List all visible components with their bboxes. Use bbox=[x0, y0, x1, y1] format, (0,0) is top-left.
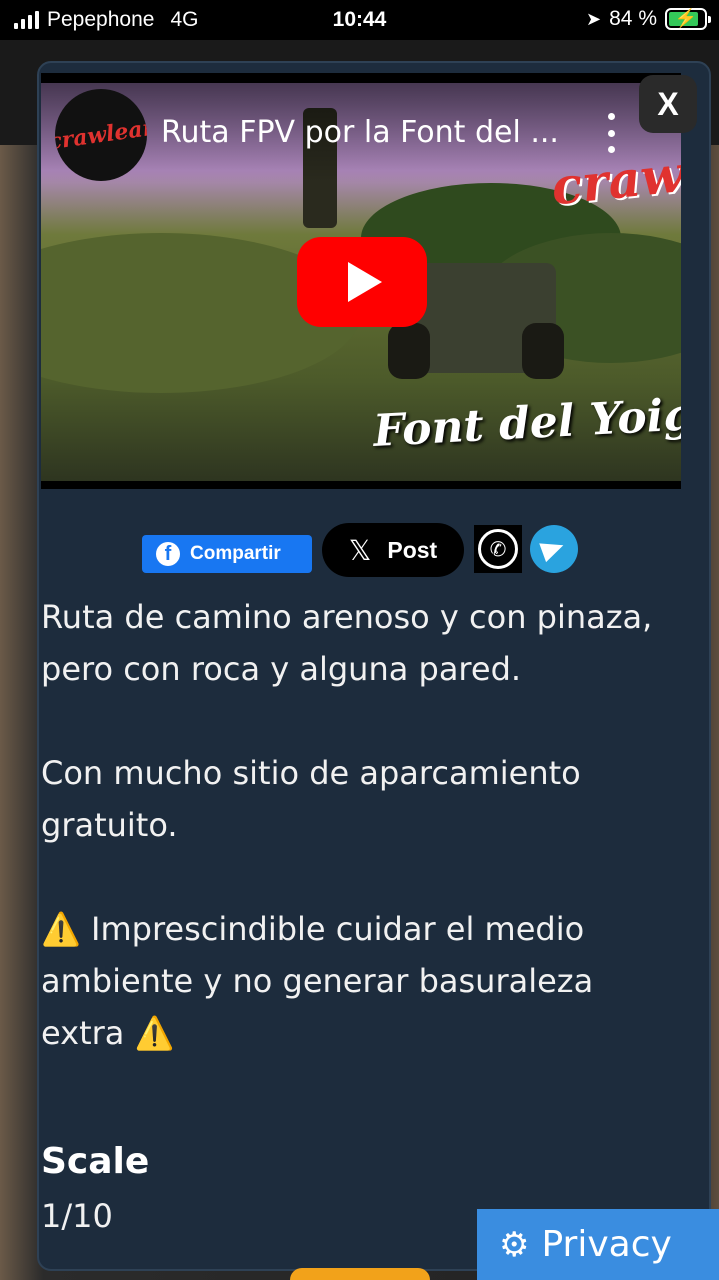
telegram-icon bbox=[539, 535, 567, 563]
more-options-icon[interactable] bbox=[601, 113, 621, 153]
location-arrow-icon: ➤ bbox=[586, 8, 602, 29]
telegram-share-button[interactable] bbox=[530, 525, 578, 573]
description-paragraph: Con mucho sitio de aparcamiento gratuito… bbox=[41, 754, 581, 844]
route-description: Ruta de camino arenoso y con pinaza, per… bbox=[41, 591, 681, 1059]
description-paragraph: Ruta de camino arenoso y con pinaza, per… bbox=[41, 598, 653, 688]
scale-heading: Scale bbox=[41, 1141, 150, 1182]
facebook-share-label: Compartir bbox=[190, 543, 281, 564]
youtube-embed[interactable]: crawlear Ruta FPV por la Font del ... cr… bbox=[41, 73, 681, 489]
scale-value: 1/10 bbox=[41, 1197, 113, 1235]
privacy-button[interactable]: ⚙ Privacy bbox=[477, 1209, 719, 1280]
whatsapp-share-button[interactable]: ✆ bbox=[474, 525, 522, 573]
facebook-icon: f bbox=[156, 542, 180, 566]
channel-avatar[interactable]: crawlear bbox=[55, 89, 147, 181]
status-right: ➤ 84 % ⚡ bbox=[586, 7, 711, 31]
play-button[interactable] bbox=[297, 237, 427, 327]
description-paragraph: ⚠️ Imprescindible cuidar el medio ambien… bbox=[41, 910, 594, 1052]
gear-icon: ⚙ bbox=[499, 1224, 530, 1265]
x-logo-icon: 𝕏 bbox=[348, 534, 372, 566]
video-title[interactable]: Ruta FPV por la Font del ... bbox=[161, 115, 581, 150]
charging-bolt-icon: ⚡ bbox=[674, 8, 698, 28]
whatsapp-icon: ✆ bbox=[478, 529, 518, 569]
facebook-share-button[interactable]: f Compartir bbox=[142, 535, 312, 573]
route-detail-modal: crawlear Ruta FPV por la Font del ... cr… bbox=[37, 61, 711, 1271]
channel-logo-text: crawlear bbox=[55, 114, 147, 156]
x-post-button[interactable]: 𝕏 Post bbox=[322, 523, 464, 577]
x-post-label: Post bbox=[387, 536, 438, 563]
play-icon bbox=[348, 262, 382, 302]
bottom-tab-handle[interactable] bbox=[290, 1268, 430, 1280]
privacy-label: Privacy bbox=[541, 1224, 672, 1265]
share-bar: f Compartir 𝕏 Post ✆ bbox=[39, 521, 709, 581]
status-bar: Pepephone 4G 10:44 ➤ 84 % ⚡ bbox=[0, 0, 719, 40]
battery-percent: 84 % bbox=[609, 7, 657, 30]
close-button[interactable]: X bbox=[639, 75, 697, 133]
battery-icon: ⚡ bbox=[665, 8, 711, 30]
